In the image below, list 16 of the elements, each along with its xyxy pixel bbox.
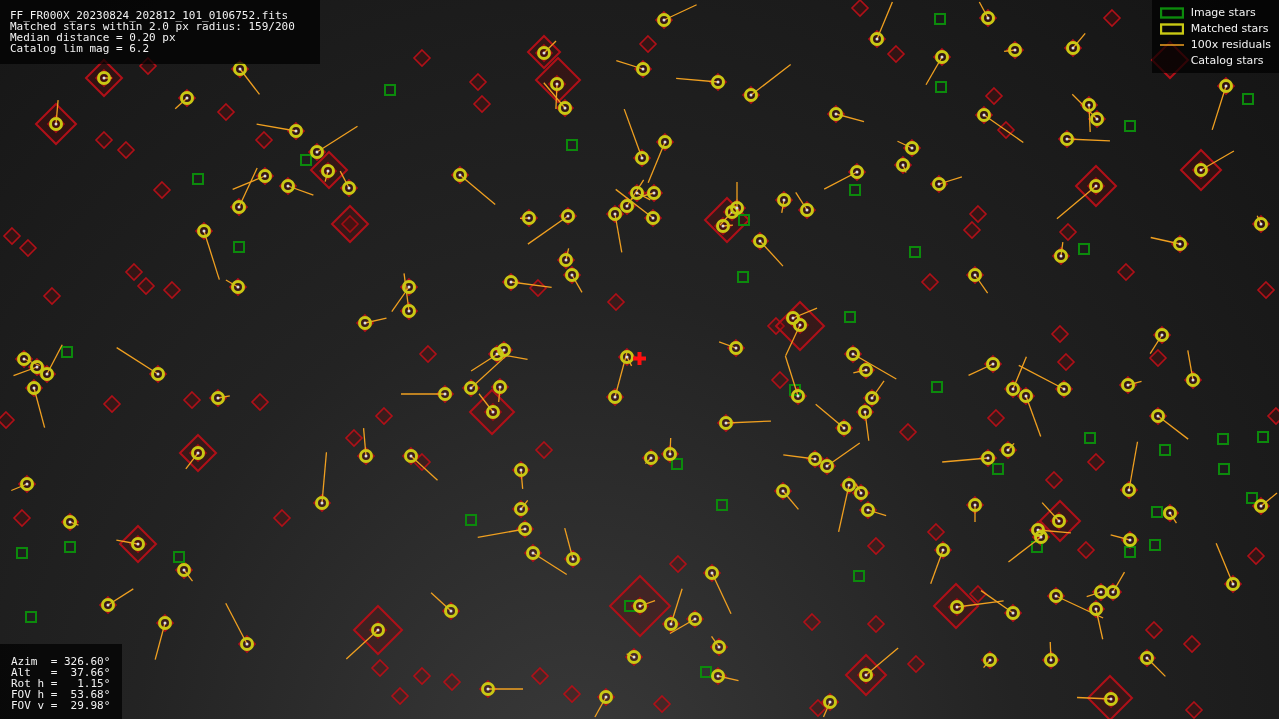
info-text: FF_FR000X_20230824_202812_101_0106752.fits: [10, 10, 290, 21]
info-text: Rot h = 1.15°: [11, 678, 112, 689]
info-text: Alt = 37.66°: [11, 667, 112, 678]
matched-star-marker-icon: [1159, 22, 1184, 35]
legend-label: Image stars: [1190, 7, 1256, 18]
center-cross-icon: [633, 352, 646, 365]
legend-label: Matched stars: [1190, 23, 1269, 34]
image-star-marker-icon: [1159, 6, 1184, 19]
info-text: FOV v = 29.98°: [11, 700, 112, 711]
info-text: Azim = 326.60°: [11, 656, 112, 667]
info-text: FOV h = 53.68°: [11, 689, 112, 700]
info-text: Matched stars within 2.0 px radius: 159/200: [10, 21, 296, 32]
legend-label: 100x residuals: [1190, 39, 1271, 50]
info-text: Median distance = 0.20 px: [10, 32, 176, 43]
legend-label: Catalog stars: [1190, 55, 1264, 66]
info-text: Catalog lim mag = 6.2: [10, 43, 151, 54]
